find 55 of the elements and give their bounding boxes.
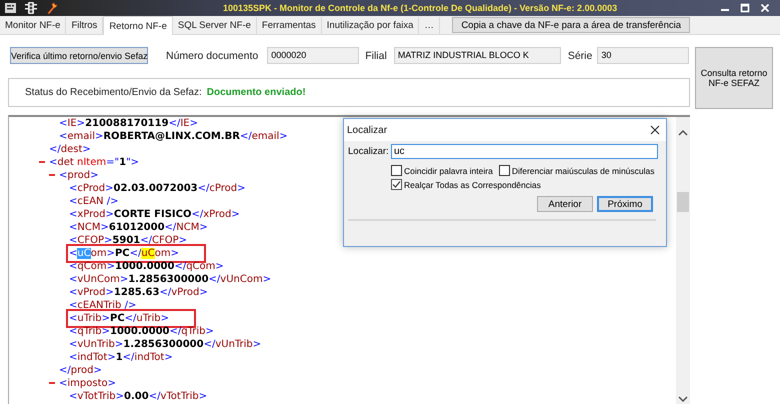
document-number-field[interactable]: 0000020: [267, 47, 360, 64]
maximize-icon[interactable]: [740, 3, 750, 13]
dialog-button[interactable]: Anterior: [537, 196, 593, 212]
xml-line: <cEANTrib />: [69, 298, 136, 312]
xml-line: <qTrib>1000.0000</qTrib>: [69, 324, 214, 338]
checkbox-label: Realçar Todas as Correspondências: [404, 180, 541, 190]
xml-line: <email>ROBERTA@LINX.COM.BR</email>: [59, 130, 288, 143]
checkbox-label: Coincidir palavra inteira: [404, 166, 493, 176]
checkbox-label: Diferenciar maiúsculas de minúsculas: [512, 166, 654, 176]
xml-line: <indTot>1</indTot>: [69, 350, 173, 364]
xml-line: <uTrib>PC</uTrib>: [69, 312, 194, 325]
document-number-label: Número documento: [166, 50, 258, 62]
wrench-icon[interactable]: [46, 2, 58, 14]
dialog-title: Localizar: [347, 124, 388, 136]
xml-line: <vTotTrib>0.00</vTotTrib>: [69, 390, 208, 403]
scrollbar[interactable]: [676, 116, 690, 404]
checkbox[interactable]: [498, 165, 510, 176]
scroll-up-icon[interactable]: [678, 128, 688, 137]
dialog-button[interactable]: Próximo: [597, 196, 653, 212]
xml-line: <det nItem="1">: [49, 156, 140, 169]
xml-line: <xProd>CORTE FISICO</xProd>: [69, 208, 240, 221]
copy-key-button[interactable]: Copia a chave da NF-e para a área de transferência: [452, 17, 690, 33]
checkbox[interactable]: [391, 179, 402, 190]
close-icon[interactable]: [650, 125, 660, 135]
tab[interactable]: Retorno NF-e: [103, 16, 173, 35]
window-title: 100135SPK - Monitor de Controle da Nf-e (1-Controle De Qualidade) - Versão NF-e: 2.00.0003: [222, 3, 618, 13]
xml-line: <cProd>02.03.0072003</cProd>: [69, 182, 246, 195]
status-value: Documento enviado!: [206, 86, 306, 98]
list-icon[interactable]: [5, 3, 16, 13]
xml-line: <IE>210088170119</IE>: [59, 116, 198, 130]
verify-button[interactable]: Verifica último retorno/envio Sefaz: [10, 47, 148, 64]
xml-line: <vUnCom>1.2856300000</vUnCom>: [69, 272, 272, 286]
xml-line: <cEAN />: [69, 194, 118, 208]
xml-line: <imposto>: [59, 376, 116, 390]
xml-line: <vUnTrib>1.2856300000</vUnTrib>: [69, 338, 262, 351]
branch-field[interactable]: MATRIZ INDUSTRIAL BLOCO K: [394, 47, 561, 64]
branch-label: Filial: [365, 50, 387, 62]
xml-line: </dest>: [49, 142, 91, 156]
xml-line: <vProd>1285.63</vProd>: [69, 286, 208, 299]
xml-line: <prod>: [59, 168, 98, 182]
series-field[interactable]: 30: [597, 47, 690, 64]
checkbox[interactable]: [391, 165, 402, 176]
series-label: Série: [568, 50, 592, 62]
find-field[interactable]: uc: [391, 144, 658, 159]
find-label: Localizar:: [348, 146, 390, 157]
traffic-light-icon[interactable]: [25, 2, 37, 14]
xml-line: <uCom>PC</uCom>: [69, 246, 203, 260]
consult-button[interactable]: Consulta retorno NF-e SEFAZ: [695, 47, 773, 109]
xml-line: <CFOP>5901</CFOP>: [69, 234, 188, 247]
xml-line: <NCM>61012000</NCM>: [69, 220, 208, 234]
xml-line: </prod>: [59, 364, 102, 377]
status-label: Status do Recebimento/Envio da Sefaz:: [25, 86, 202, 98]
xml-line: <qCom>1000.0000</qCom>: [69, 260, 224, 273]
scroll-thumb[interactable]: [677, 192, 689, 212]
scroll-down-icon[interactable]: [678, 394, 688, 403]
